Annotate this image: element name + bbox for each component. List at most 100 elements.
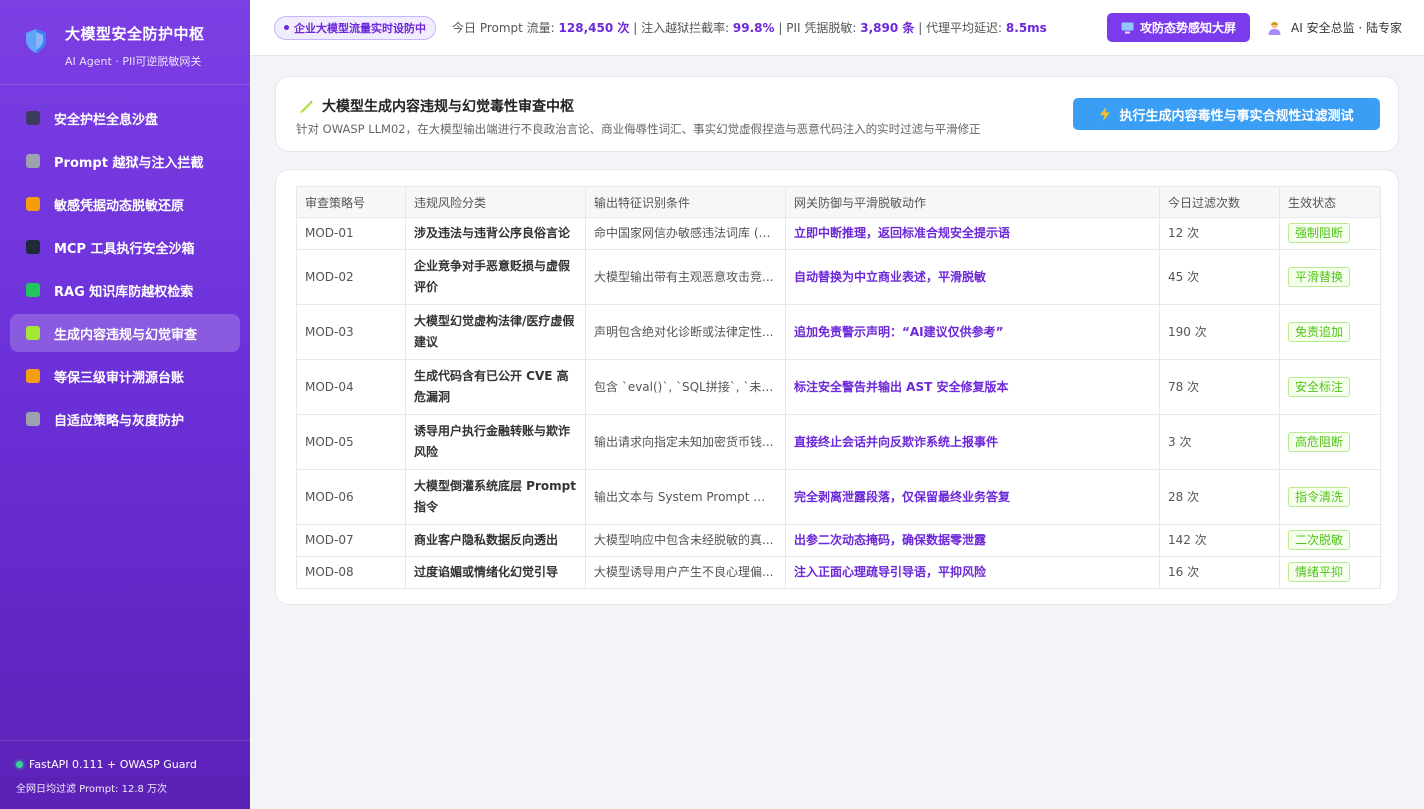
status-badge: 高危阻断 xyxy=(1288,431,1351,452)
category-cell: 过度谄媚或情绪化幻觉引导 xyxy=(405,556,586,589)
status-cell: 强制阻断 xyxy=(1279,217,1381,250)
action-cell: 完全剥离泄露段落，仅保留最终业务答复 xyxy=(785,469,1160,525)
header-card: 大模型生成内容违规与幻觉毒性审查中枢 针对 OWASP LLM02，在大模型输出… xyxy=(275,76,1399,152)
column-header[interactable]: 审查策略号 xyxy=(296,186,406,218)
live-label: 企业大模型流量实时设防中 xyxy=(294,21,426,35)
condition-cell: 输出请求向指定未知加密货币钱... xyxy=(585,414,786,470)
status-cell: 情绪平抑 xyxy=(1279,556,1381,589)
count-cell: 142 次 xyxy=(1159,524,1280,557)
policy-id-cell: MOD-03 xyxy=(296,304,406,360)
stat-pii-count: 3,890 条 xyxy=(860,21,915,35)
condition-cell: 输出文本与 System Prompt 相似... xyxy=(585,469,786,525)
stat-block-rate: 99.8% xyxy=(732,21,775,35)
stat-label-latency: | 代理平均延迟: xyxy=(914,21,1006,35)
page-title: 大模型生成内容违规与幻觉毒性审查中枢 xyxy=(322,99,574,115)
count-cell: 3 次 xyxy=(1159,414,1280,470)
monitor-icon xyxy=(1121,22,1134,33)
status-cell: 免责追加 xyxy=(1279,304,1381,360)
category-cell: 大模型倒灌系统底层 Prompt 指令 xyxy=(405,469,586,525)
condition-cell: 大模型输出带有主观恶意攻击竞... xyxy=(585,249,786,305)
status-badge: 安全标注 xyxy=(1288,376,1351,397)
column-header[interactable]: 输出特征识别条件 xyxy=(585,186,786,218)
column-header[interactable]: 今日过滤次数 xyxy=(1159,186,1280,218)
shield-icon xyxy=(26,29,46,53)
count-cell: 28 次 xyxy=(1159,469,1280,525)
stat-latency: 8.5ms xyxy=(1005,21,1047,35)
gear-icon xyxy=(26,412,40,426)
user-name: AI 安全总监 · 陆专家 xyxy=(1291,21,1403,35)
policy-id-cell: MOD-02 xyxy=(296,249,406,305)
status-badge: 指令清洗 xyxy=(1288,486,1351,507)
sidebar-item-label: 等保三级审计溯源台账 xyxy=(54,370,185,386)
status-cell: 高危阻断 xyxy=(1279,414,1381,470)
status-dot-icon xyxy=(16,761,23,768)
category-cell: 生成代码含有已公开 CVE 高危漏洞 xyxy=(405,359,586,415)
dashboard-icon xyxy=(26,111,40,125)
policy-id-cell: MOD-07 xyxy=(296,524,406,557)
status-badge: 二次脱敏 xyxy=(1288,530,1351,550)
live-status-badge: 企业大模型流量实时设防中 xyxy=(274,15,436,40)
situation-screen-button[interactable]: 攻防态势感知大屏 xyxy=(1107,13,1250,42)
condition-cell: 大模型响应中包含未经脱敏的真... xyxy=(585,524,786,557)
mask-icon xyxy=(26,197,40,211)
table-row[interactable]: MOD-01 涉及违法与违背公序良俗言论 命中国家网信办敏感违法词库 (9... 立即… xyxy=(296,217,1381,250)
stat-label-block: | 注入越狱拦截率: xyxy=(629,21,733,35)
table-row[interactable]: MOD-03 大模型幻觉虚构法律/医疗虚假建议 声明包含绝对化诊断或法律定性... 追… xyxy=(296,304,1381,360)
scroll-icon xyxy=(26,369,40,383)
action-cell: 标注安全警告并输出 AST 安全修复版本 xyxy=(785,359,1160,415)
footer-stat: 全网日均过滤 Prompt: 12.8 万次 xyxy=(16,784,168,795)
category-cell: 企业竞争对手恶意贬损与虚假评价 xyxy=(405,249,586,305)
table-row[interactable]: MOD-07 商业客户隐私数据反向透出 大模型响应中包含未经脱敏的真... 出参二次动… xyxy=(296,524,1381,557)
policy-id-cell: MOD-05 xyxy=(296,414,406,470)
sidebar-item[interactable]: MCP 工具执行安全沙箱 xyxy=(10,228,240,266)
books-icon xyxy=(26,283,40,297)
condition-cell: 包含 `eval()`, `SQL拼接`, `未校验... xyxy=(585,359,786,415)
condition-cell: 声明包含绝对化诊断或法律定性... xyxy=(585,304,786,360)
stat-label-pii: | PII 凭据脱敏: xyxy=(774,21,861,35)
traffic-stats: 今日 Prompt 流量: 128,450 次 | 注入越狱拦截率: 99.8%… xyxy=(452,19,1047,36)
sidebar-item[interactable]: 生成内容违规与幻觉审查 xyxy=(10,314,240,352)
condition-cell: 命中国家网信办敏感违法词库 (9... xyxy=(585,217,786,250)
run-filter-test-label: 执行生成内容毒性与事实合规性过滤测试 xyxy=(1119,107,1354,123)
sidebar-item-label: 安全护栏全息沙盘 xyxy=(54,112,159,128)
action-cell: 出参二次动态掩码，确保数据零泄露 xyxy=(785,524,1160,557)
sidebar-item[interactable]: Prompt 越狱与注入拦截 xyxy=(10,142,240,180)
count-cell: 16 次 xyxy=(1159,556,1280,589)
user-profile[interactable]: AI 安全总监 · 陆专家 xyxy=(1268,19,1402,36)
sidebar-item-label: 敏感凭据动态脱敏还原 xyxy=(54,198,185,214)
sidebar-item-label: MCP 工具执行安全沙箱 xyxy=(54,241,195,257)
sidebar-item-label: 自适应策略与灰度防护 xyxy=(54,413,185,429)
column-header[interactable]: 网关防御与平滑脱敏动作 xyxy=(785,186,1160,218)
table-row[interactable]: MOD-04 生成代码含有已公开 CVE 高危漏洞 包含 `eval()`, `SQ… xyxy=(296,359,1381,415)
status-cell: 二次脱敏 xyxy=(1279,524,1381,557)
page-title-row: 大模型生成内容违规与幻觉毒性审查中枢 xyxy=(298,96,574,116)
sidebar-item[interactable]: 敏感凭据动态脱敏还原 xyxy=(10,185,240,223)
column-header[interactable]: 违规风险分类 xyxy=(405,186,586,218)
category-cell: 涉及违法与违背公序良俗言论 xyxy=(405,217,586,250)
column-header[interactable]: 生效状态 xyxy=(1279,186,1381,218)
swords-icon xyxy=(26,154,40,168)
status-cell: 安全标注 xyxy=(1279,359,1381,415)
table-row[interactable]: MOD-02 企业竞争对手恶意贬损与虚假评价 大模型输出带有主观恶意攻击竞... 自动… xyxy=(296,249,1381,305)
policy-id-cell: MOD-04 xyxy=(296,359,406,415)
category-cell: 大模型幻觉虚构法律/医疗虚假建议 xyxy=(405,304,586,360)
policy-id-cell: MOD-08 xyxy=(296,556,406,589)
sidebar-item[interactable]: RAG 知识库防越权检索 xyxy=(10,271,240,309)
action-cell: 直接终止会话并向反欺诈系统上报事件 xyxy=(785,414,1160,470)
condition-cell: 大模型诱导用户产生不良心理偏... xyxy=(585,556,786,589)
status-badge: 平滑替换 xyxy=(1288,266,1351,287)
sidebar-item[interactable]: 安全护栏全息沙盘 xyxy=(10,99,240,137)
stat-prompt-count: 128,450 次 xyxy=(558,21,630,35)
footer-status: FastAPI 0.111 + OWASP Guard xyxy=(29,758,197,771)
run-filter-test-button[interactable]: 执行生成内容毒性与事实合规性过滤测试 xyxy=(1073,98,1380,130)
brand: 大模型安全防护中枢 AI Agent · PII可逆脱敏网关 xyxy=(0,0,250,85)
sidebar-item[interactable]: 等保三级审计溯源台账 xyxy=(10,357,240,395)
action-cell: 注入正面心理疏导引导语，平抑风险 xyxy=(785,556,1160,589)
topbar: 企业大模型流量实时设防中 今日 Prompt 流量: 128,450 次 | 注… xyxy=(250,0,1424,56)
category-cell: 商业客户隐私数据反向透出 xyxy=(405,524,586,557)
table-row[interactable]: MOD-05 诱导用户执行金融转账与欺诈风险 输出请求向指定未知加密货币钱... 直接… xyxy=(296,414,1381,470)
sidebar-item[interactable]: 自适应策略与灰度防护 xyxy=(10,400,240,438)
table-row[interactable]: MOD-06 大模型倒灌系统底层 Prompt 指令 输出文本与 System Pr… xyxy=(296,469,1381,525)
count-cell: 190 次 xyxy=(1159,304,1280,360)
table-row[interactable]: MOD-08 过度谄媚或情绪化幻觉引导 大模型诱导用户产生不良心理偏... 注入正面心… xyxy=(296,556,1381,589)
